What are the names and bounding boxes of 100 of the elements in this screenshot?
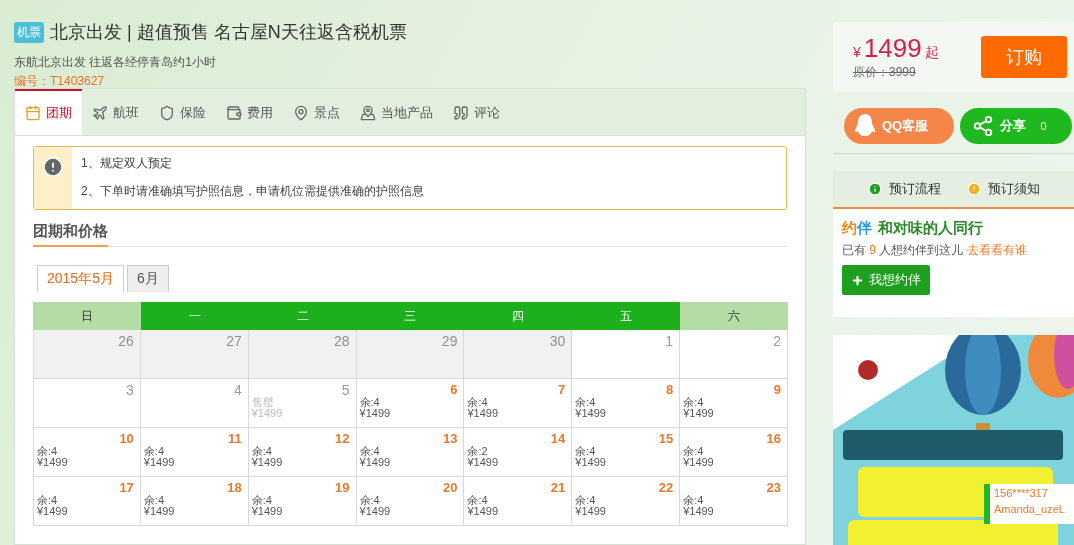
booking-tab[interactable]: 预订须知: [966, 180, 1040, 198]
day-number: 29: [441, 334, 458, 348]
seat-status: 余:4: [683, 495, 705, 506]
price-suffix: 起: [924, 44, 939, 62]
day-number: 27: [226, 334, 242, 348]
tab[interactable]: 航班: [82, 89, 149, 135]
seat-status: 余:2: [467, 446, 489, 457]
day-number: 30: [549, 334, 566, 348]
tab[interactable]: 保险: [149, 89, 216, 135]
day-number: 19: [335, 481, 350, 495]
day-price: ¥1499: [143, 506, 176, 517]
seat-status: 余:4: [467, 397, 489, 408]
calendar-cell[interactable]: 16 余:4 ¥1499: [680, 428, 788, 477]
calendar-cell[interactable]: 9 余:4 ¥1499: [680, 379, 788, 428]
calendar-cell[interactable]: 21 余:4 ¥1499: [464, 477, 573, 526]
month-tab[interactable]: 2015年5月: [37, 265, 124, 292]
price-amount: 1499: [863, 33, 922, 64]
calendar-cell[interactable]: 18 余:4 ¥1499: [140, 477, 249, 526]
tab[interactable]: 团期: [15, 89, 82, 135]
day-number: 10: [119, 432, 134, 446]
plane-icon: [92, 105, 108, 121]
booking-tab[interactable]: 预订流程: [867, 180, 941, 198]
seat-status: 余:4: [359, 446, 381, 457]
calendar-cell[interactable]: 7 余:4 ¥1499: [464, 379, 573, 428]
day-price: ¥1499: [575, 506, 607, 517]
day-number: 16: [766, 432, 781, 446]
seat-status: 余:4: [359, 397, 381, 408]
day-number: 5: [341, 383, 350, 397]
weekday-header: 三: [356, 302, 465, 330]
map-pin-icon: [360, 105, 376, 121]
seat-status: 余:4: [575, 397, 597, 408]
seat-status: 余:4: [251, 446, 273, 457]
seat-status: 余:4: [359, 495, 381, 506]
day-price: ¥1499: [251, 506, 284, 517]
day-price: ¥1499: [467, 408, 499, 419]
day-price: ¥1499: [37, 457, 69, 468]
day-number: 22: [658, 481, 674, 495]
day-price: ¥1499: [467, 506, 499, 517]
seat-status: 余:4: [683, 397, 705, 408]
seat-status: 售罄: [251, 397, 275, 408]
calendar-cell[interactable]: 20 余:4 ¥1499: [356, 477, 465, 526]
day-number: 8: [665, 383, 674, 397]
day-price: ¥1499: [683, 506, 715, 517]
currency-sign: ¥: [853, 44, 861, 60]
day-number: 28: [334, 334, 350, 348]
calendar-cell[interactable]: 10 余:4 ¥1499: [33, 428, 141, 477]
seat-status: 余:4: [251, 495, 273, 506]
seat-status: 余:4: [683, 446, 705, 457]
product-title: 北京出发 | 超值预售 名古屋N天往返含税机票: [50, 21, 407, 44]
product-code: 编号：T1403627: [14, 73, 106, 90]
calendar-cell[interactable]: 22 余:4 ¥1499: [572, 477, 681, 526]
day-number: 6: [450, 383, 458, 397]
day-number: 20: [442, 481, 458, 495]
calendar-cell[interactable]: 6 余:4 ¥1499: [356, 379, 465, 428]
calendar-cell[interactable]: 13 余:4 ¥1499: [356, 428, 465, 477]
day-price: ¥1499: [575, 457, 607, 468]
day-number: 15: [658, 432, 674, 446]
day-price: ¥1499: [359, 408, 392, 419]
tab[interactable]: 评论: [443, 89, 510, 135]
product-subtitle: 东航北京出发 往返各经停青岛约1小时: [14, 54, 217, 71]
weekday-header: 六: [680, 302, 788, 330]
alert-icon: [42, 156, 64, 178]
day-number: 12: [335, 432, 350, 446]
quote-icon: [453, 105, 469, 121]
tab[interactable]: 费用: [216, 89, 283, 135]
day-number: 9: [773, 383, 781, 397]
calendar-cell[interactable]: 17 余:4 ¥1499: [33, 477, 141, 526]
tab[interactable]: 当地产品: [350, 89, 443, 135]
tab[interactable]: 景点: [283, 89, 350, 135]
calendar-cell[interactable]: 14 余:2 ¥1499: [464, 428, 573, 477]
section-title: 团期和价格: [33, 222, 108, 247]
day-number: 2: [773, 334, 781, 348]
calendar-cell[interactable]: 8 余:4 ¥1499: [572, 379, 681, 428]
seat-status: 余:4: [143, 495, 166, 506]
weekday-header: 日: [33, 302, 141, 330]
shield-icon: [159, 105, 175, 121]
day-number: 26: [118, 334, 134, 348]
seat-status: 余:4: [37, 495, 59, 506]
calendar-cell[interactable]: 19 余:4 ¥1499: [248, 477, 357, 526]
category-badge: 机票: [14, 21, 44, 43]
calendar-cell[interactable]: 23 余:4 ¥1499: [680, 477, 788, 526]
day-number: 23: [766, 481, 781, 495]
day-number: 13: [442, 432, 458, 446]
weekday-header: 一: [140, 302, 249, 330]
calendar-cell[interactable]: 12 余:4 ¥1499: [248, 428, 357, 477]
toast-text: 156****317: [994, 487, 1049, 499]
notice-text: 2、下单时请准确填写护照信息，申请机位需提供准确的护照信息: [81, 183, 424, 200]
day-price: ¥1499: [37, 506, 69, 517]
original-price: 原价：3999: [853, 64, 917, 81]
calendar-cell[interactable]: 11 余:4 ¥1499: [140, 428, 249, 477]
seat-status: 余:4: [575, 446, 597, 457]
calendar-cell[interactable]: 15 余:4 ¥1499: [572, 428, 681, 477]
day-price: ¥1499: [359, 506, 392, 517]
day-number: 18: [227, 481, 242, 495]
day-price: ¥1499: [359, 457, 392, 468]
calendar-icon: [25, 105, 41, 121]
seat-status: 余:4: [467, 495, 489, 506]
month-tab[interactable]: 6月: [126, 265, 169, 292]
day-number: 3: [126, 383, 134, 397]
day-price: ¥1499: [143, 457, 176, 468]
